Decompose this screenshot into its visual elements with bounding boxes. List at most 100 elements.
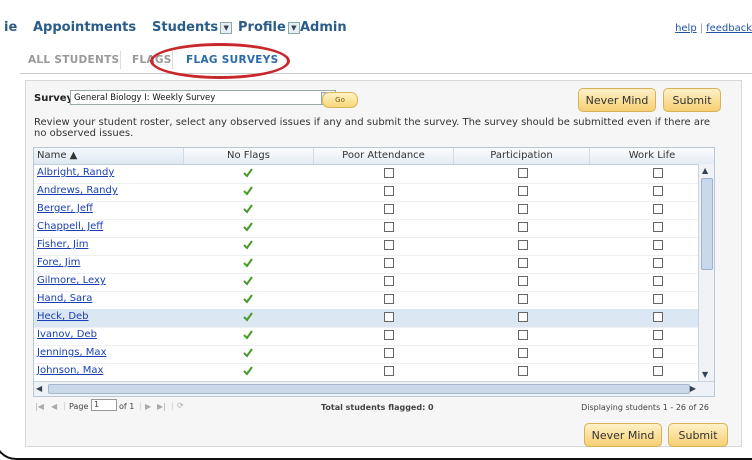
checkmark-icon[interactable] [243,168,253,178]
scroll-down-icon[interactable]: ▼ [702,370,708,379]
table-row[interactable]: Andrews, Randy [34,183,714,202]
scroll-right-icon[interactable]: ▶ [690,384,696,393]
submit-button-top[interactable]: Submit [663,88,721,112]
student-name-link[interactable]: Heck, Deb [37,311,89,322]
student-name-link[interactable]: Hand, Sara [37,293,92,304]
go-button[interactable]: Go [322,92,358,108]
work-life-checkbox[interactable] [653,348,663,358]
poor-attendance-checkbox[interactable] [384,330,394,340]
survey-select[interactable]: General Biology I: Weekly Survey ▼ [70,90,336,105]
chevron-down-icon[interactable]: ▼ [287,21,300,34]
work-life-checkbox[interactable] [653,276,663,286]
table-row[interactable]: Fore, Jim [34,255,714,274]
work-life-checkbox[interactable] [653,258,663,268]
nav-admin[interactable]: Admin [300,20,347,35]
poor-attendance-checkbox[interactable] [384,204,394,214]
work-life-checkbox[interactable] [653,222,663,232]
student-name-link[interactable]: Fisher, Jim [37,239,88,250]
scroll-up-icon[interactable]: ▲ [702,166,708,175]
column-header-no-flags[interactable]: No Flags [184,148,314,164]
never-mind-button-bottom[interactable]: Never Mind [584,423,662,447]
table-row[interactable]: Berger, Jeff [34,201,714,220]
participation-checkbox[interactable] [518,222,528,232]
student-name-link[interactable]: Jennings, Max [37,347,106,358]
table-row[interactable]: Jennings, Max [34,345,714,364]
column-header-work-life[interactable]: Work Life [590,148,714,164]
checkmark-icon[interactable] [243,276,253,286]
scroll-left-icon[interactable]: ◀ [36,384,42,393]
work-life-checkbox[interactable] [653,204,663,214]
participation-checkbox[interactable] [518,168,528,178]
student-name-link[interactable]: Berger, Jeff [37,203,93,214]
work-life-checkbox[interactable] [653,312,663,322]
column-header-poor-attendance[interactable]: Poor Attendance [314,148,454,164]
student-name-link[interactable]: Fore, Jim [37,257,80,268]
table-row[interactable]: Chappell, Jeff [34,219,714,238]
work-life-checkbox[interactable] [653,168,663,178]
work-life-checkbox[interactable] [653,186,663,196]
horizontal-scrollbar[interactable]: ◀ ▶ [34,381,714,396]
table-row[interactable]: Gilmore, Lexy [34,273,714,292]
participation-checkbox[interactable] [518,330,528,340]
table-row[interactable]: Johnson, Max [34,363,714,382]
feedback-link[interactable]: feedback [706,23,752,34]
participation-checkbox[interactable] [518,312,528,322]
table-row[interactable]: Heck, Deb [34,309,714,328]
participation-checkbox[interactable] [518,294,528,304]
table-row[interactable]: Fisher, Jim [34,237,714,256]
participation-checkbox[interactable] [518,258,528,268]
nav-students[interactable]: Students ▼ [152,20,233,35]
checkmark-icon[interactable] [243,204,253,214]
poor-attendance-checkbox[interactable] [384,348,394,358]
student-name-link[interactable]: Albright, Randy [37,167,114,178]
chevron-down-icon[interactable]: ▼ [220,21,233,34]
poor-attendance-checkbox[interactable] [384,276,394,286]
table-row[interactable]: Hand, Sara [34,291,714,310]
page-input[interactable]: 1 [91,399,117,411]
checkmark-icon[interactable] [243,258,253,268]
prev-page-icon[interactable]: ◀ [51,402,57,411]
poor-attendance-checkbox[interactable] [384,312,394,322]
never-mind-button-top[interactable]: Never Mind [578,88,656,112]
nav-home-partial[interactable]: ie [4,20,17,35]
participation-checkbox[interactable] [518,204,528,214]
checkmark-icon[interactable] [243,312,253,322]
poor-attendance-checkbox[interactable] [384,186,394,196]
first-page-icon[interactable]: |◀ [35,402,44,411]
last-page-icon[interactable]: ▶| [157,402,166,411]
participation-checkbox[interactable] [518,240,528,250]
student-name-link[interactable]: Johnson, Max [37,365,103,376]
horizontal-scroll-thumb[interactable] [48,384,690,394]
participation-checkbox[interactable] [518,348,528,358]
work-life-checkbox[interactable] [653,294,663,304]
table-row[interactable]: Albright, Randy [34,165,714,184]
student-name-link[interactable]: Andrews, Randy [37,185,118,196]
help-link[interactable]: help [675,23,697,34]
nav-profile[interactable]: Profile ▼ [238,20,300,35]
poor-attendance-checkbox[interactable] [384,294,394,304]
checkmark-icon[interactable] [243,240,253,250]
checkmark-icon[interactable] [243,348,253,358]
student-name-link[interactable]: Chappell, Jeff [37,221,103,232]
participation-checkbox[interactable] [518,366,528,376]
table-row[interactable]: Ivanov, Deb [34,327,714,346]
checkmark-icon[interactable] [243,330,253,340]
tab-all-students[interactable]: ALL STUDENTS [28,54,119,66]
poor-attendance-checkbox[interactable] [384,222,394,232]
column-header-participation[interactable]: Participation [454,148,590,164]
checkmark-icon[interactable] [243,366,253,376]
checkmark-icon[interactable] [243,222,253,232]
poor-attendance-checkbox[interactable] [384,240,394,250]
nav-appointments[interactable]: Appointments [33,20,136,35]
work-life-checkbox[interactable] [653,330,663,340]
poor-attendance-checkbox[interactable] [384,366,394,376]
vertical-scrollbar[interactable]: ▲ ▼ [698,164,714,381]
student-name-link[interactable]: Ivanov, Deb [37,329,97,340]
submit-button-bottom[interactable]: Submit [668,423,728,447]
column-header-name[interactable]: Name ▲ [34,148,184,164]
next-page-icon[interactable]: ▶ [145,402,151,411]
vertical-scroll-thumb[interactable] [701,178,713,270]
checkmark-icon[interactable] [243,294,253,304]
student-name-link[interactable]: Gilmore, Lexy [37,275,106,286]
refresh-icon[interactable]: ⟳ [177,401,184,410]
